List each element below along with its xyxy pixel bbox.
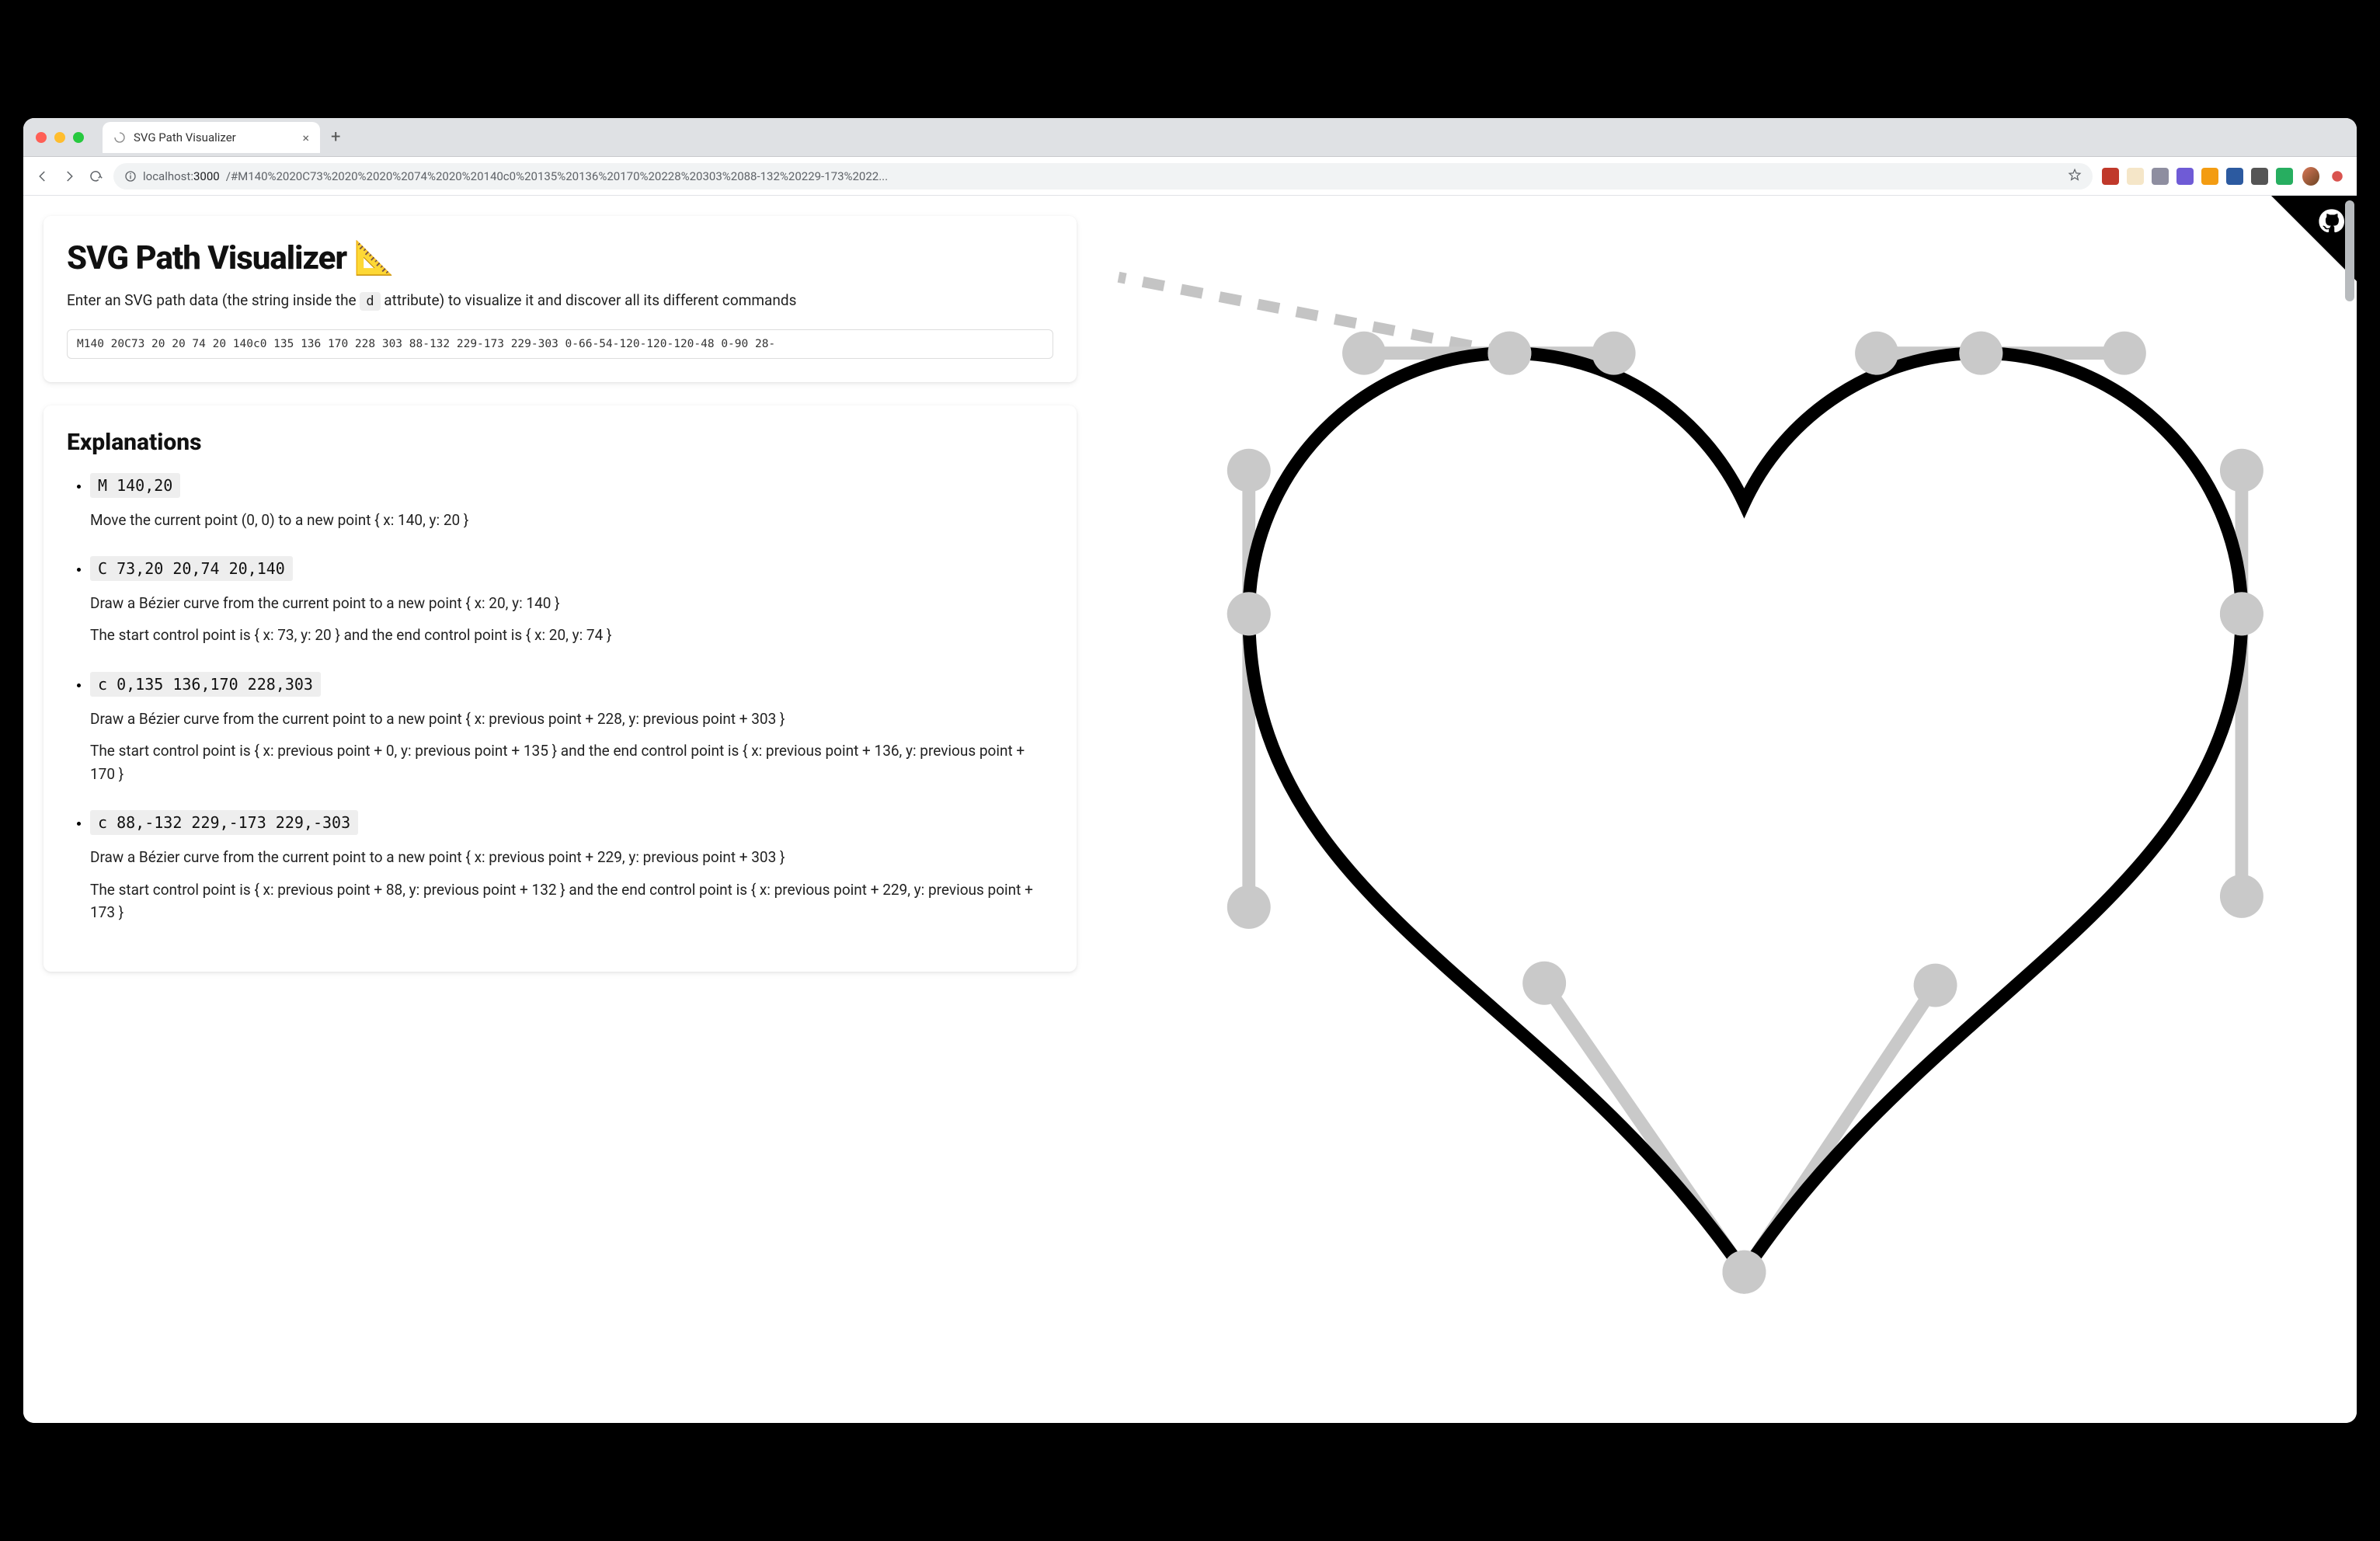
page-content: SVG Path Visualizer 📐 Enter an SVG path … bbox=[23, 196, 2357, 1423]
minimize-window-button[interactable] bbox=[54, 132, 65, 143]
path-input[interactable] bbox=[67, 329, 1053, 359]
control-point[interactable] bbox=[1855, 332, 1898, 375]
svg-path[interactable] bbox=[1249, 353, 2242, 1272]
control-point[interactable] bbox=[1913, 964, 1957, 1007]
maximize-window-button[interactable] bbox=[73, 132, 84, 143]
extension-ext-grey-icon[interactable] bbox=[2251, 168, 2268, 185]
bookmark-star-icon[interactable] bbox=[2068, 168, 2082, 185]
info-icon bbox=[124, 170, 137, 183]
extension-ext-orange-icon[interactable] bbox=[2201, 168, 2218, 185]
command-description: The start control point is { x: previous… bbox=[90, 878, 1053, 924]
command-description: Draw a Bézier curve from the current poi… bbox=[90, 846, 1053, 868]
control-point[interactable] bbox=[2220, 449, 2263, 492]
attr-code: d bbox=[360, 292, 380, 311]
control-point[interactable] bbox=[2103, 332, 2146, 375]
back-button[interactable] bbox=[34, 168, 51, 185]
anchor-point[interactable] bbox=[2220, 592, 2263, 635]
command-description: The start control point is { x: 73, y: 2… bbox=[90, 624, 1053, 646]
forward-button[interactable] bbox=[61, 168, 78, 185]
origin-guide-line bbox=[1119, 277, 1509, 353]
close-tab-button[interactable]: × bbox=[302, 130, 309, 145]
extension-ext-purple-1-icon[interactable] bbox=[2152, 168, 2169, 185]
github-icon[interactable] bbox=[2318, 208, 2344, 238]
scrollbar-thumb[interactable] bbox=[2345, 200, 2354, 301]
explanation-item: M 140,20 Move the current point (0, 0) to… bbox=[90, 473, 1053, 531]
close-window-button[interactable] bbox=[36, 132, 47, 143]
avatar-icon[interactable] bbox=[2302, 168, 2319, 185]
browser-toolbar: localhost:3000 /#M140%2020C73%2020%2020%… bbox=[23, 157, 2357, 196]
path-visualization[interactable] bbox=[1097, 196, 2357, 1423]
explanations-card: Explanations M 140,20 Move the current po… bbox=[43, 405, 1077, 972]
header-card: SVG Path Visualizer 📐 Enter an SVG path … bbox=[43, 216, 1077, 382]
anchor-point[interactable] bbox=[1959, 332, 2002, 375]
url-host: localhost:3000 bbox=[143, 169, 220, 183]
control-point[interactable] bbox=[1522, 962, 1566, 1005]
tab-title: SVG Path Visualizer bbox=[134, 130, 236, 144]
explanation-item: C 73,20 20,74 20,140 Draw a Bézier curve … bbox=[90, 556, 1053, 647]
explanation-item: c 88,-132 229,-173 229,-303 Draw a Bézier… bbox=[90, 810, 1053, 924]
url-path: /#M140%2020C73%2020%2020%2074%2020%20140… bbox=[226, 169, 888, 183]
left-panel: SVG Path Visualizer 📐 Enter an SVG path … bbox=[23, 196, 1097, 1423]
control-point[interactable] bbox=[1592, 332, 1636, 375]
extension-ext-purple-2-icon[interactable] bbox=[2176, 168, 2194, 185]
extension-ext-beige-icon[interactable] bbox=[2127, 168, 2144, 185]
visualizer-panel bbox=[1097, 196, 2357, 1423]
extension-ext-green-icon[interactable] bbox=[2276, 168, 2293, 185]
intro-text: Enter an SVG path data (the string insid… bbox=[67, 290, 1053, 312]
command-code: c 88,-132 229,-173 229,-303 bbox=[90, 810, 358, 835]
control-point[interactable] bbox=[2220, 875, 2263, 918]
new-tab-button[interactable]: + bbox=[331, 127, 340, 147]
explanations-title: Explanations bbox=[67, 429, 1053, 456]
anchor-point[interactable] bbox=[1722, 1251, 1766, 1294]
command-code: C 73,20 20,74 20,140 bbox=[90, 556, 293, 581]
reload-button[interactable] bbox=[87, 168, 104, 185]
explanations-list: M 140,20 Move the current point (0, 0) to… bbox=[67, 473, 1053, 924]
control-point[interactable] bbox=[1227, 449, 1271, 492]
page-title: SVG Path Visualizer 📐 bbox=[67, 239, 1053, 277]
command-description: Draw a Bézier curve from the current poi… bbox=[90, 592, 1053, 614]
address-bar[interactable]: localhost:3000 /#M140%2020C73%2020%2020%… bbox=[113, 163, 2093, 190]
command-description: The start control point is { x: previous… bbox=[90, 739, 1053, 785]
traffic-lights bbox=[36, 132, 84, 143]
titlebar: SVG Path Visualizer × + bbox=[23, 118, 2357, 157]
favicon-icon bbox=[113, 131, 126, 144]
anchor-point[interactable] bbox=[1488, 332, 1531, 375]
extension-ublock-icon[interactable] bbox=[2102, 168, 2119, 185]
command-description: Draw a Bézier curve from the current poi… bbox=[90, 708, 1053, 730]
extension-ext-blue-id-icon[interactable] bbox=[2226, 168, 2243, 185]
browser-window: SVG Path Visualizer × + localhost:3000 /… bbox=[23, 118, 2357, 1423]
more-menu-button[interactable] bbox=[2329, 168, 2346, 185]
browser-tab[interactable]: SVG Path Visualizer × bbox=[103, 122, 320, 153]
anchor-point[interactable] bbox=[1227, 592, 1271, 635]
extension-icons bbox=[2102, 168, 2293, 185]
control-point[interactable] bbox=[1227, 885, 1271, 929]
command-code: M 140,20 bbox=[90, 473, 180, 498]
control-point[interactable] bbox=[1342, 332, 1386, 375]
command-code: c 0,135 136,170 228,303 bbox=[90, 672, 321, 697]
command-description: Move the current point (0, 0) to a new p… bbox=[90, 509, 1053, 531]
explanation-item: c 0,135 136,170 228,303 Draw a Bézier cur… bbox=[90, 672, 1053, 785]
